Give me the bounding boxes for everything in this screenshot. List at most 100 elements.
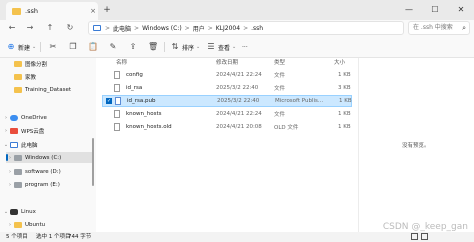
folder-icon [14, 86, 22, 93]
up-button[interactable]: ↑ [44, 22, 56, 34]
share-icon: ⇪ [129, 42, 137, 51]
rename-button[interactable]: ✎ [108, 41, 118, 53]
chevron-right-icon[interactable]: › [6, 169, 14, 175]
sidebar-item-windows-c[interactable]: › Windows (C:) [6, 152, 92, 163]
search-placeholder: 在 .ssh 中搜索 [413, 24, 453, 31]
column-header-size[interactable]: 大小 [334, 58, 345, 68]
file-name: id_rsa [126, 85, 143, 91]
file-type: Microsoft Publis... [275, 98, 324, 104]
file-list: 名称 修改日期 类型 大小 config 2024/4/21 22:24 文件 … [96, 58, 474, 232]
pc-icon [93, 25, 101, 31]
sidebar-item-onedrive[interactable]: › OneDrive [2, 112, 92, 123]
chevron-down-icon: ⌄ [32, 44, 37, 50]
table-row[interactable]: known_hosts 2024/4/21 22:24 文件 1 KB [102, 108, 352, 120]
sidebar-item-image-seg[interactable]: 图像分割 [6, 58, 92, 69]
folder-icon [14, 60, 22, 67]
table-row[interactable]: id_rsa 2025/3/2 22:40 文件 3 KB [102, 82, 352, 94]
new-tab-button[interactable]: + [102, 5, 112, 15]
view-button-label: 查看 [218, 44, 231, 52]
column-header-type[interactable]: 类型 [274, 58, 285, 68]
chevron-right-icon[interactable]: › [2, 115, 10, 121]
close-button[interactable]: ✕ [448, 0, 474, 20]
chevron-right-icon[interactable]: › [6, 155, 14, 161]
breadcrumb-item[interactable]: 此电脑 [113, 24, 131, 33]
sidebar-item-label: 图像分割 [25, 61, 48, 68]
sidebar-item-training-dataset[interactable]: Training_Dataset [6, 84, 92, 95]
tab-close-button[interactable]: × [88, 7, 98, 15]
file-size: 1 KB [338, 124, 351, 130]
more-button[interactable]: ··· [242, 41, 248, 53]
sidebar-item-label: Windows (C:) [25, 154, 62, 161]
table-row-selected[interactable]: ✓ id_rsa.pub 2025/3/2 22:40 Microsoft Pu… [102, 95, 352, 107]
table-row[interactable]: known_hosts.old 2024/4/21 20:08 OLD 文件 1… [102, 121, 352, 133]
sidebar-item-label: Linux [21, 208, 36, 215]
chevron-right-icon[interactable]: › [6, 182, 14, 188]
delete-button[interactable]: 🗑 [148, 41, 158, 53]
sidebar-item-ubuntu[interactable]: › Ubuntu [6, 219, 92, 230]
preview-pane-divider[interactable] [358, 58, 359, 232]
sidebar-item-label: Ubuntu [25, 221, 46, 228]
sidebar-item-tutoring[interactable]: 家教 [6, 71, 92, 82]
breadcrumb-item[interactable]: 用户 [193, 24, 205, 33]
breadcrumb-item[interactable]: .ssh [251, 25, 263, 32]
breadcrumb[interactable]: > 此电脑 > Windows (C:) > 用户 > KLJ2004 > .s… [88, 21, 404, 35]
paste-icon: 📋 [88, 42, 98, 51]
file-date: 2024/4/21 20:08 [216, 124, 262, 130]
breadcrumb-separator: > [105, 24, 111, 32]
sidebar-item-wps[interactable]: › WPS云盘 [2, 125, 92, 136]
search-icon[interactable]: ⌕ [462, 22, 466, 34]
table-row[interactable]: config 2024/4/21 22:24 文件 1 KB [102, 69, 352, 81]
linux-icon [10, 208, 18, 215]
copy-button[interactable]: ❐ [68, 41, 78, 53]
drive-icon [14, 154, 22, 161]
folder-icon [12, 7, 21, 15]
breadcrumb-separator: > [134, 24, 140, 32]
tiles-view-icon[interactable] [421, 233, 428, 240]
back-button[interactable]: ← [6, 22, 18, 34]
tab-ssh[interactable]: .ssh × [6, 2, 98, 20]
file-name: id_rsa.pub [127, 98, 156, 104]
details-view-icon[interactable] [411, 233, 418, 240]
maximize-button[interactable]: ☐ [422, 0, 448, 20]
cut-button[interactable]: ✂ [48, 41, 58, 53]
sidebar-scrollbar[interactable] [92, 138, 94, 186]
chevron-down-icon[interactable]: ⌄ [2, 142, 10, 148]
sidebar-item-program-e[interactable]: › program (E:) [6, 179, 92, 190]
rename-icon: ✎ [109, 42, 117, 51]
chevron-right-icon[interactable]: › [6, 222, 14, 228]
search-input[interactable]: 在 .ssh 中搜索 ⌕ [408, 21, 470, 35]
sort-button[interactable]: ⇅ 排序 ⌄ [170, 41, 201, 53]
more-icon: ··· [242, 43, 248, 51]
new-button-label: 新建 [18, 44, 31, 52]
forward-button[interactable]: → [24, 22, 36, 34]
breadcrumb-item[interactable]: KLJ2004 [216, 25, 240, 32]
wps-icon [10, 127, 18, 134]
sort-icon: ⇅ [171, 42, 179, 51]
chevron-right-icon[interactable]: › [2, 128, 10, 134]
breadcrumb-item[interactable]: Windows (C:) [142, 25, 182, 32]
paste-button[interactable]: 📋 [88, 41, 98, 53]
cloud-icon [10, 114, 18, 121]
chevron-down-icon[interactable]: ⌄ [2, 209, 10, 215]
view-button[interactable]: ☰ 查看 ⌄ [206, 41, 236, 53]
file-date: 2024/4/21 22:24 [216, 111, 262, 117]
sidebar-item-linux[interactable]: ⌄ Linux [2, 206, 92, 217]
refresh-button[interactable]: ↻ [64, 22, 76, 34]
sidebar-item-label: software (D:) [25, 168, 61, 175]
folder-icon [14, 73, 22, 80]
minimize-button[interactable]: — [396, 0, 422, 20]
column-header-name[interactable]: 名称 [116, 58, 127, 68]
new-button[interactable]: ⊕ 新建 ⌄ [6, 41, 37, 53]
sidebar-item-label: WPS云盘 [21, 128, 45, 135]
share-button[interactable]: ⇪ [128, 41, 138, 53]
sidebar-item-this-pc[interactable]: ⌄ 此电脑 [2, 139, 92, 150]
address-row: ← → ↑ ↻ > 此电脑 > Windows (C:) > 用户 > KLJ2… [0, 20, 474, 36]
file-date: 2025/3/2 22:40 [216, 85, 259, 91]
sidebar-item-software-d[interactable]: › software (D:) [6, 166, 92, 177]
row-checkbox[interactable]: ✓ [106, 98, 112, 104]
sidebar-item-label: Training_Dataset [25, 86, 71, 93]
column-header-date[interactable]: 修改日期 [216, 58, 238, 68]
tab-title: .ssh [25, 7, 38, 15]
file-size: 1 KB [338, 72, 351, 78]
title-bar: .ssh × + — ☐ ✕ [0, 0, 474, 20]
